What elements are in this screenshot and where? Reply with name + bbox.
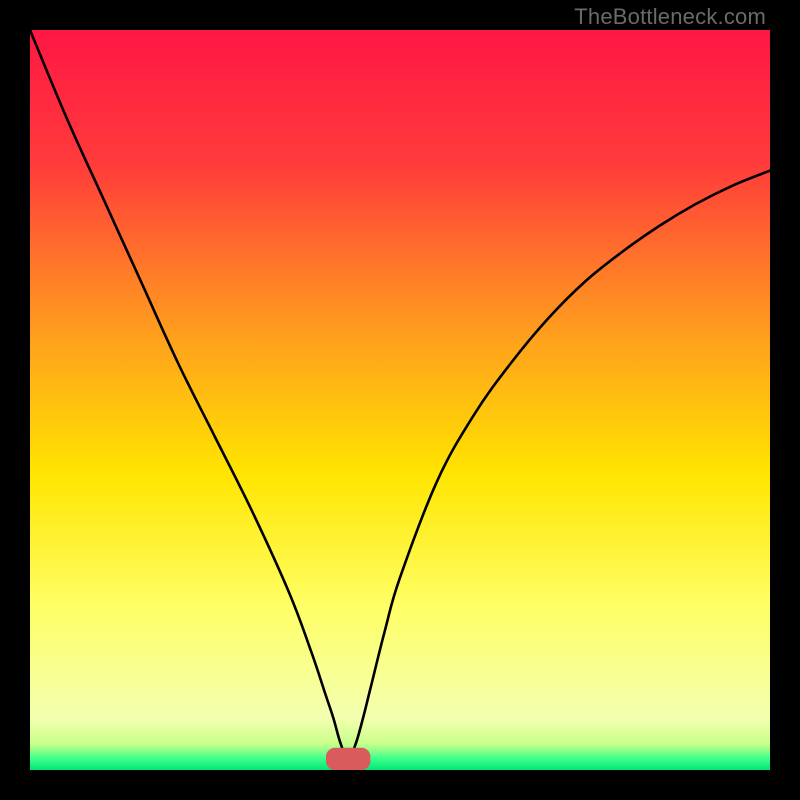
watermark-text: TheBottleneck.com	[574, 4, 766, 30]
plot-area	[30, 30, 770, 770]
chart-frame: TheBottleneck.com	[0, 0, 800, 800]
chart-svg	[30, 30, 770, 770]
bottleneck-marker	[326, 748, 370, 770]
chart-background-gradient	[30, 30, 770, 770]
